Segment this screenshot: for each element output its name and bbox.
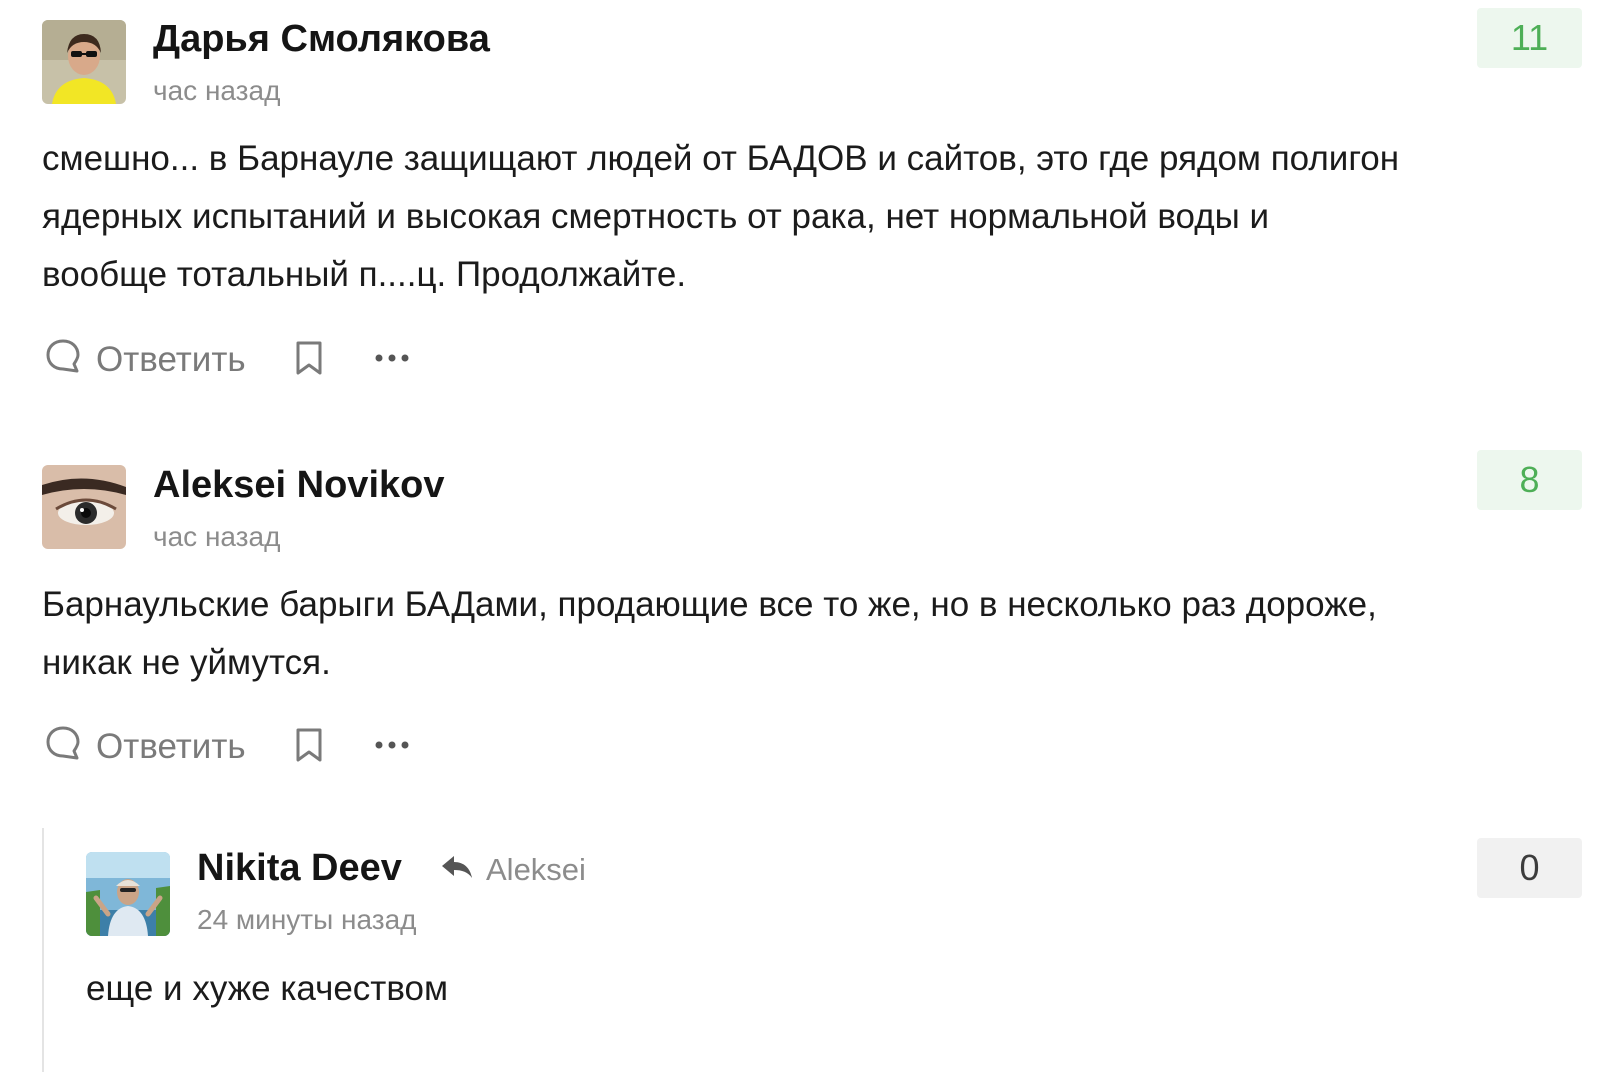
reply-label: Ответить (96, 727, 246, 766)
comment: Aleksei Novikov час назад 8 Барнаульские… (0, 440, 1600, 820)
speech-bubble-icon (44, 337, 96, 384)
bookmark-button[interactable] (292, 726, 326, 769)
comment-text: смешно... в Барнауле защищают людей от Б… (42, 139, 1400, 294)
more-button[interactable] (374, 738, 410, 756)
rating-badge: 8 (1477, 450, 1582, 510)
comment-text: Барнаульские барыги БАДами, продающие вс… (42, 585, 1377, 682)
reply-button[interactable]: Ответить (44, 337, 246, 384)
avatar[interactable] (42, 20, 126, 104)
reply-label: Ответить (96, 340, 246, 379)
author-name[interactable]: Aleksei Novikov (153, 463, 444, 507)
comment: Дарья Смолякова час назад 11 смешно... в… (0, 0, 1600, 420)
avatar[interactable] (86, 852, 170, 936)
comment-reply: Nikita Deev Aleksei 24 минуты назад 0 ещ… (0, 830, 1600, 1072)
comment-actions: Ответить (44, 723, 410, 771)
comment-time: 24 минуты назад (197, 904, 417, 935)
author-name[interactable]: Дарья Смолякова (153, 17, 490, 61)
bookmark-icon (292, 726, 326, 769)
bookmark-icon (292, 339, 326, 382)
comment-text: еще и хуже качеством (86, 969, 449, 1008)
reply-button[interactable]: Ответить (44, 724, 246, 771)
bookmark-button[interactable] (292, 339, 326, 382)
comment-actions: Ответить (44, 336, 410, 384)
comment-time: час назад (153, 521, 281, 552)
more-button[interactable] (374, 351, 410, 369)
comment-time: час назад (153, 75, 281, 106)
rating-badge: 0 (1477, 838, 1582, 898)
more-dots-icon (374, 738, 410, 756)
reply-arrow-icon (440, 852, 486, 888)
reply-to[interactable]: Aleksei (440, 852, 586, 888)
author-name[interactable]: Nikita Deev (197, 846, 402, 890)
rating-badge: 11 (1477, 8, 1582, 68)
speech-bubble-icon (44, 724, 96, 771)
avatar[interactable] (42, 465, 126, 549)
reply-to-name: Aleksei (486, 852, 586, 887)
more-dots-icon (374, 351, 410, 369)
